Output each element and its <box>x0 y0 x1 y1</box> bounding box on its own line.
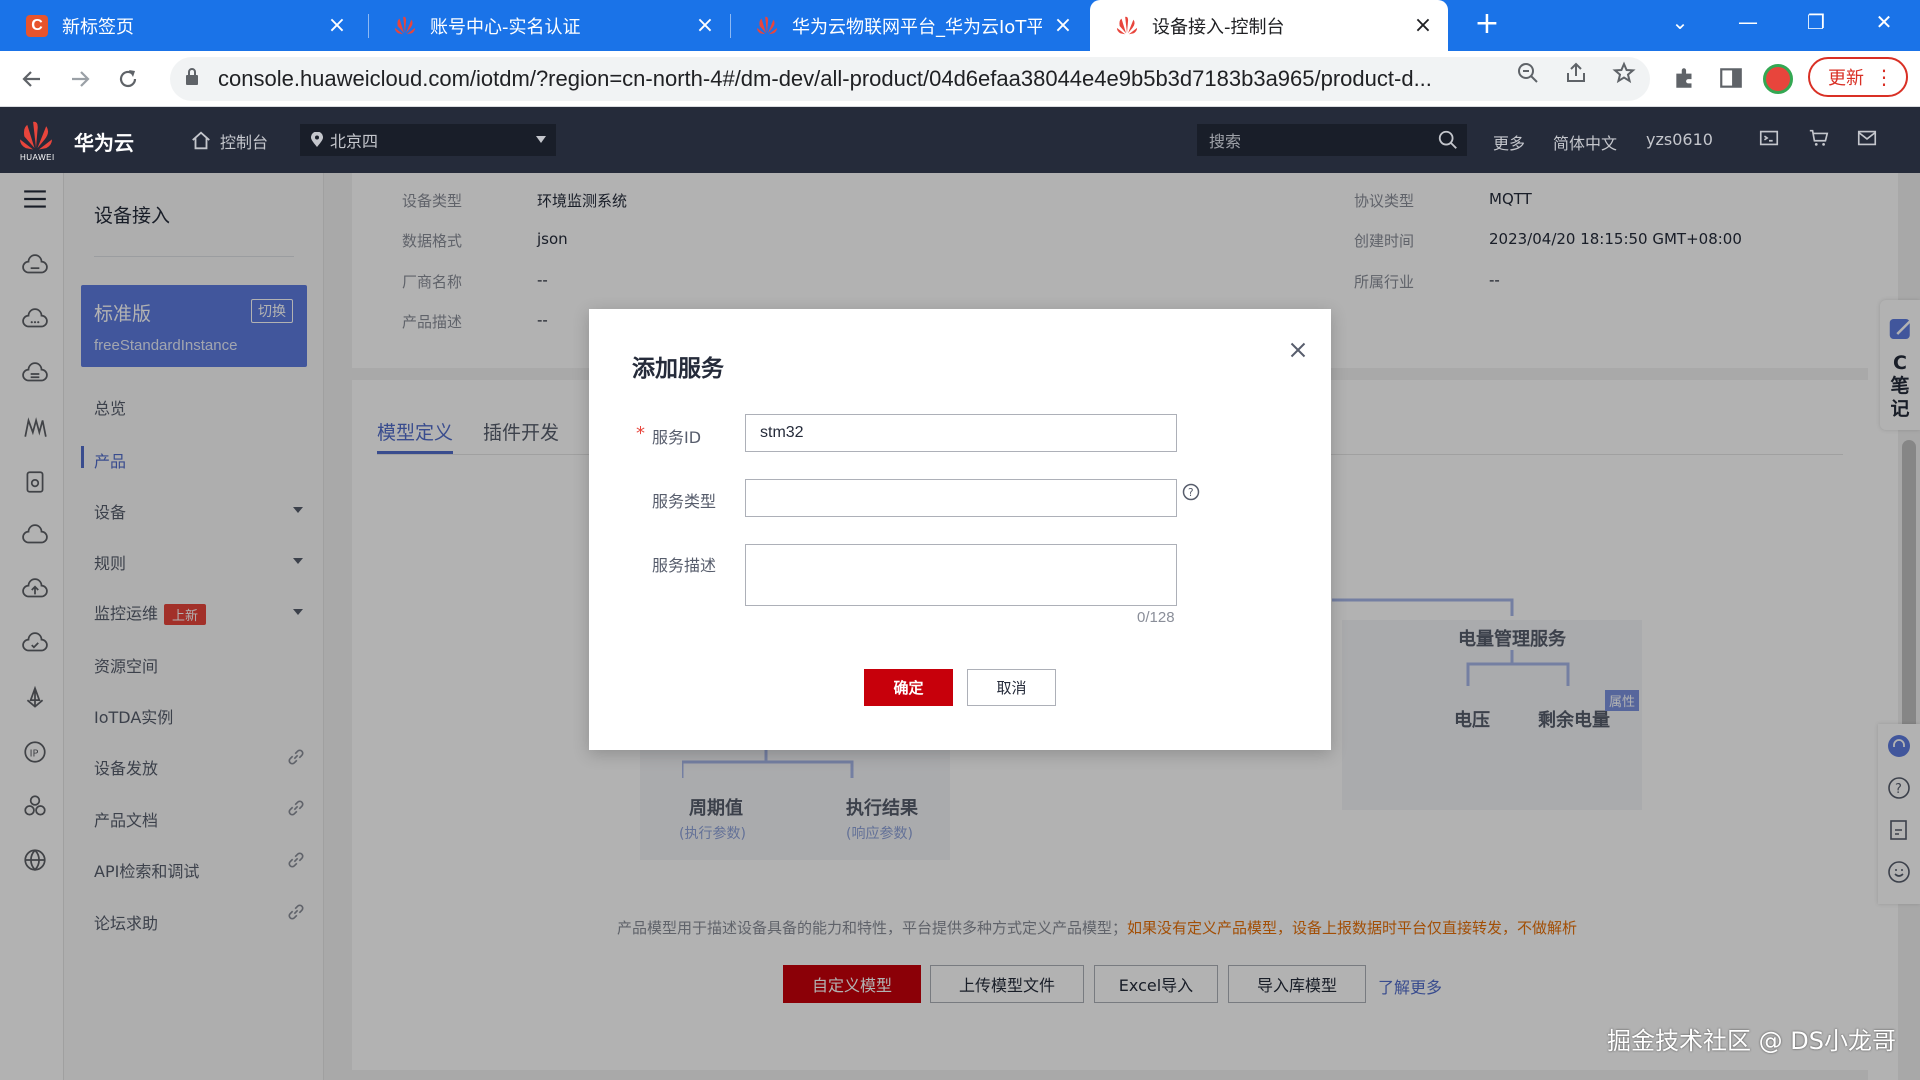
huawei-logo-icon <box>1116 15 1138 37</box>
required-asterisk: * <box>636 423 645 444</box>
service-type-input[interactable] <box>745 479 1177 517</box>
browser-tab-iot-platform[interactable]: 华为云物联网平台_华为云IoT平台 × <box>730 0 1088 51</box>
browser-tab-account[interactable]: 账号中心-实名认证 × <box>368 0 730 51</box>
help-question-icon[interactable]: ? <box>1182 483 1200 501</box>
username-link[interactable]: yzs0610 <box>1646 130 1713 149</box>
close-icon[interactable]: × <box>1412 13 1434 38</box>
tab-title: 账号中心-实名认证 <box>430 16 581 38</box>
back-arrow-icon[interactable] <box>12 59 52 99</box>
region-selector[interactable]: 北京四 <box>300 124 556 156</box>
huawei-logo-text: HUAWEI <box>20 153 55 162</box>
url-text: console.huaweicloud.com/iotdm/?region=cn… <box>218 66 1432 91</box>
char-counter: 0/128 <box>1137 609 1175 626</box>
terminal-icon[interactable] <box>1758 127 1782 151</box>
location-pin-icon <box>311 132 323 147</box>
browser-tab-device-access[interactable]: 设备接入-控制台 × <box>1090 0 1448 51</box>
console-search-input[interactable]: 搜索 <box>1197 124 1467 156</box>
cart-icon[interactable] <box>1808 127 1832 151</box>
update-label: 更新 <box>1828 68 1864 89</box>
region-label: 北京四 <box>330 132 379 151</box>
console-header: HUAWEI 华为云 控制台 北京四 搜索 更多 简体中文 yzs0610 <box>0 107 1920 173</box>
svg-text:?: ? <box>1188 487 1194 499</box>
tab-title: 华为云物联网平台_华为云IoT平台 <box>792 16 1042 38</box>
huawei-logo-icon <box>394 15 416 37</box>
browser-tab-new[interactable]: C 新标签页 × <box>0 0 362 51</box>
watermark-text: 掘金技术社区 @ DS小龙哥 <box>1607 1027 1896 1055</box>
browser-toolbar: console.huaweicloud.com/iotdm/?region=cn… <box>0 51 1920 107</box>
lock-icon <box>184 67 204 91</box>
close-icon[interactable]: × <box>694 13 716 38</box>
new-tab-plus-icon[interactable]: + <box>1470 8 1504 42</box>
home-icon <box>192 131 210 150</box>
dialog-title: 添加服务 <box>632 356 724 382</box>
search-icon[interactable] <box>1437 129 1459 151</box>
window-close-icon[interactable]: ✕ <box>1850 0 1918 44</box>
tab-search-chevron-icon[interactable]: ⌄ <box>1646 0 1714 44</box>
close-icon[interactable] <box>1285 337 1311 363</box>
service-id-label: 服务ID <box>652 428 702 447</box>
add-service-dialog: 添加服务 * 服务ID 服务类型 ? 服务描述 0/128 确定 取消 <box>589 309 1331 750</box>
extensions-puzzle-icon[interactable] <box>1672 65 1700 93</box>
home-label: 控制台 <box>220 133 269 152</box>
browser-tab-bar: C 新标签页 × 账号中心-实名认证 × 华为云物联网平台_华为云IoT平台 ×… <box>0 0 1920 51</box>
service-desc-label: 服务描述 <box>652 556 717 575</box>
huawei-logo-icon <box>756 15 778 37</box>
mail-icon[interactable] <box>1856 127 1880 151</box>
language-link[interactable]: 简体中文 <box>1553 130 1617 154</box>
tab-title: 设备接入-控制台 <box>1152 16 1285 38</box>
close-icon[interactable]: × <box>1052 13 1074 38</box>
zoom-icon[interactable] <box>1516 61 1542 87</box>
console-home-link[interactable]: 控制台 <box>190 129 268 153</box>
service-desc-textarea[interactable] <box>745 544 1177 606</box>
menu-dots-icon[interactable]: ⋮ <box>1874 65 1894 89</box>
tab-title: 新标签页 <box>62 16 134 38</box>
address-bar[interactable]: console.huaweicloud.com/iotdm/?region=cn… <box>170 57 1650 101</box>
confirm-button[interactable]: 确定 <box>864 669 953 706</box>
forward-arrow-icon[interactable] <box>60 59 100 99</box>
update-button[interactable]: 更新 ⋮ <box>1808 57 1908 97</box>
service-type-label: 服务类型 <box>652 492 717 511</box>
cancel-button[interactable]: 取消 <box>967 669 1056 706</box>
side-panel-icon[interactable] <box>1718 65 1746 93</box>
minimize-icon[interactable]: — <box>1714 0 1782 44</box>
profile-avatar[interactable] <box>1763 64 1793 94</box>
restore-icon[interactable]: ❐ <box>1782 0 1850 44</box>
reload-icon[interactable] <box>108 59 148 99</box>
service-id-input[interactable] <box>745 414 1177 452</box>
chevron-down-icon <box>536 136 546 143</box>
more-link[interactable]: 更多 <box>1493 130 1525 154</box>
star-bookmark-icon[interactable] <box>1612 61 1638 87</box>
search-placeholder: 搜索 <box>1209 132 1242 151</box>
share-icon[interactable] <box>1564 61 1590 87</box>
close-icon[interactable]: × <box>326 13 348 38</box>
c-logo-icon: C <box>26 14 48 37</box>
brand-name[interactable]: 华为云 <box>74 127 134 156</box>
